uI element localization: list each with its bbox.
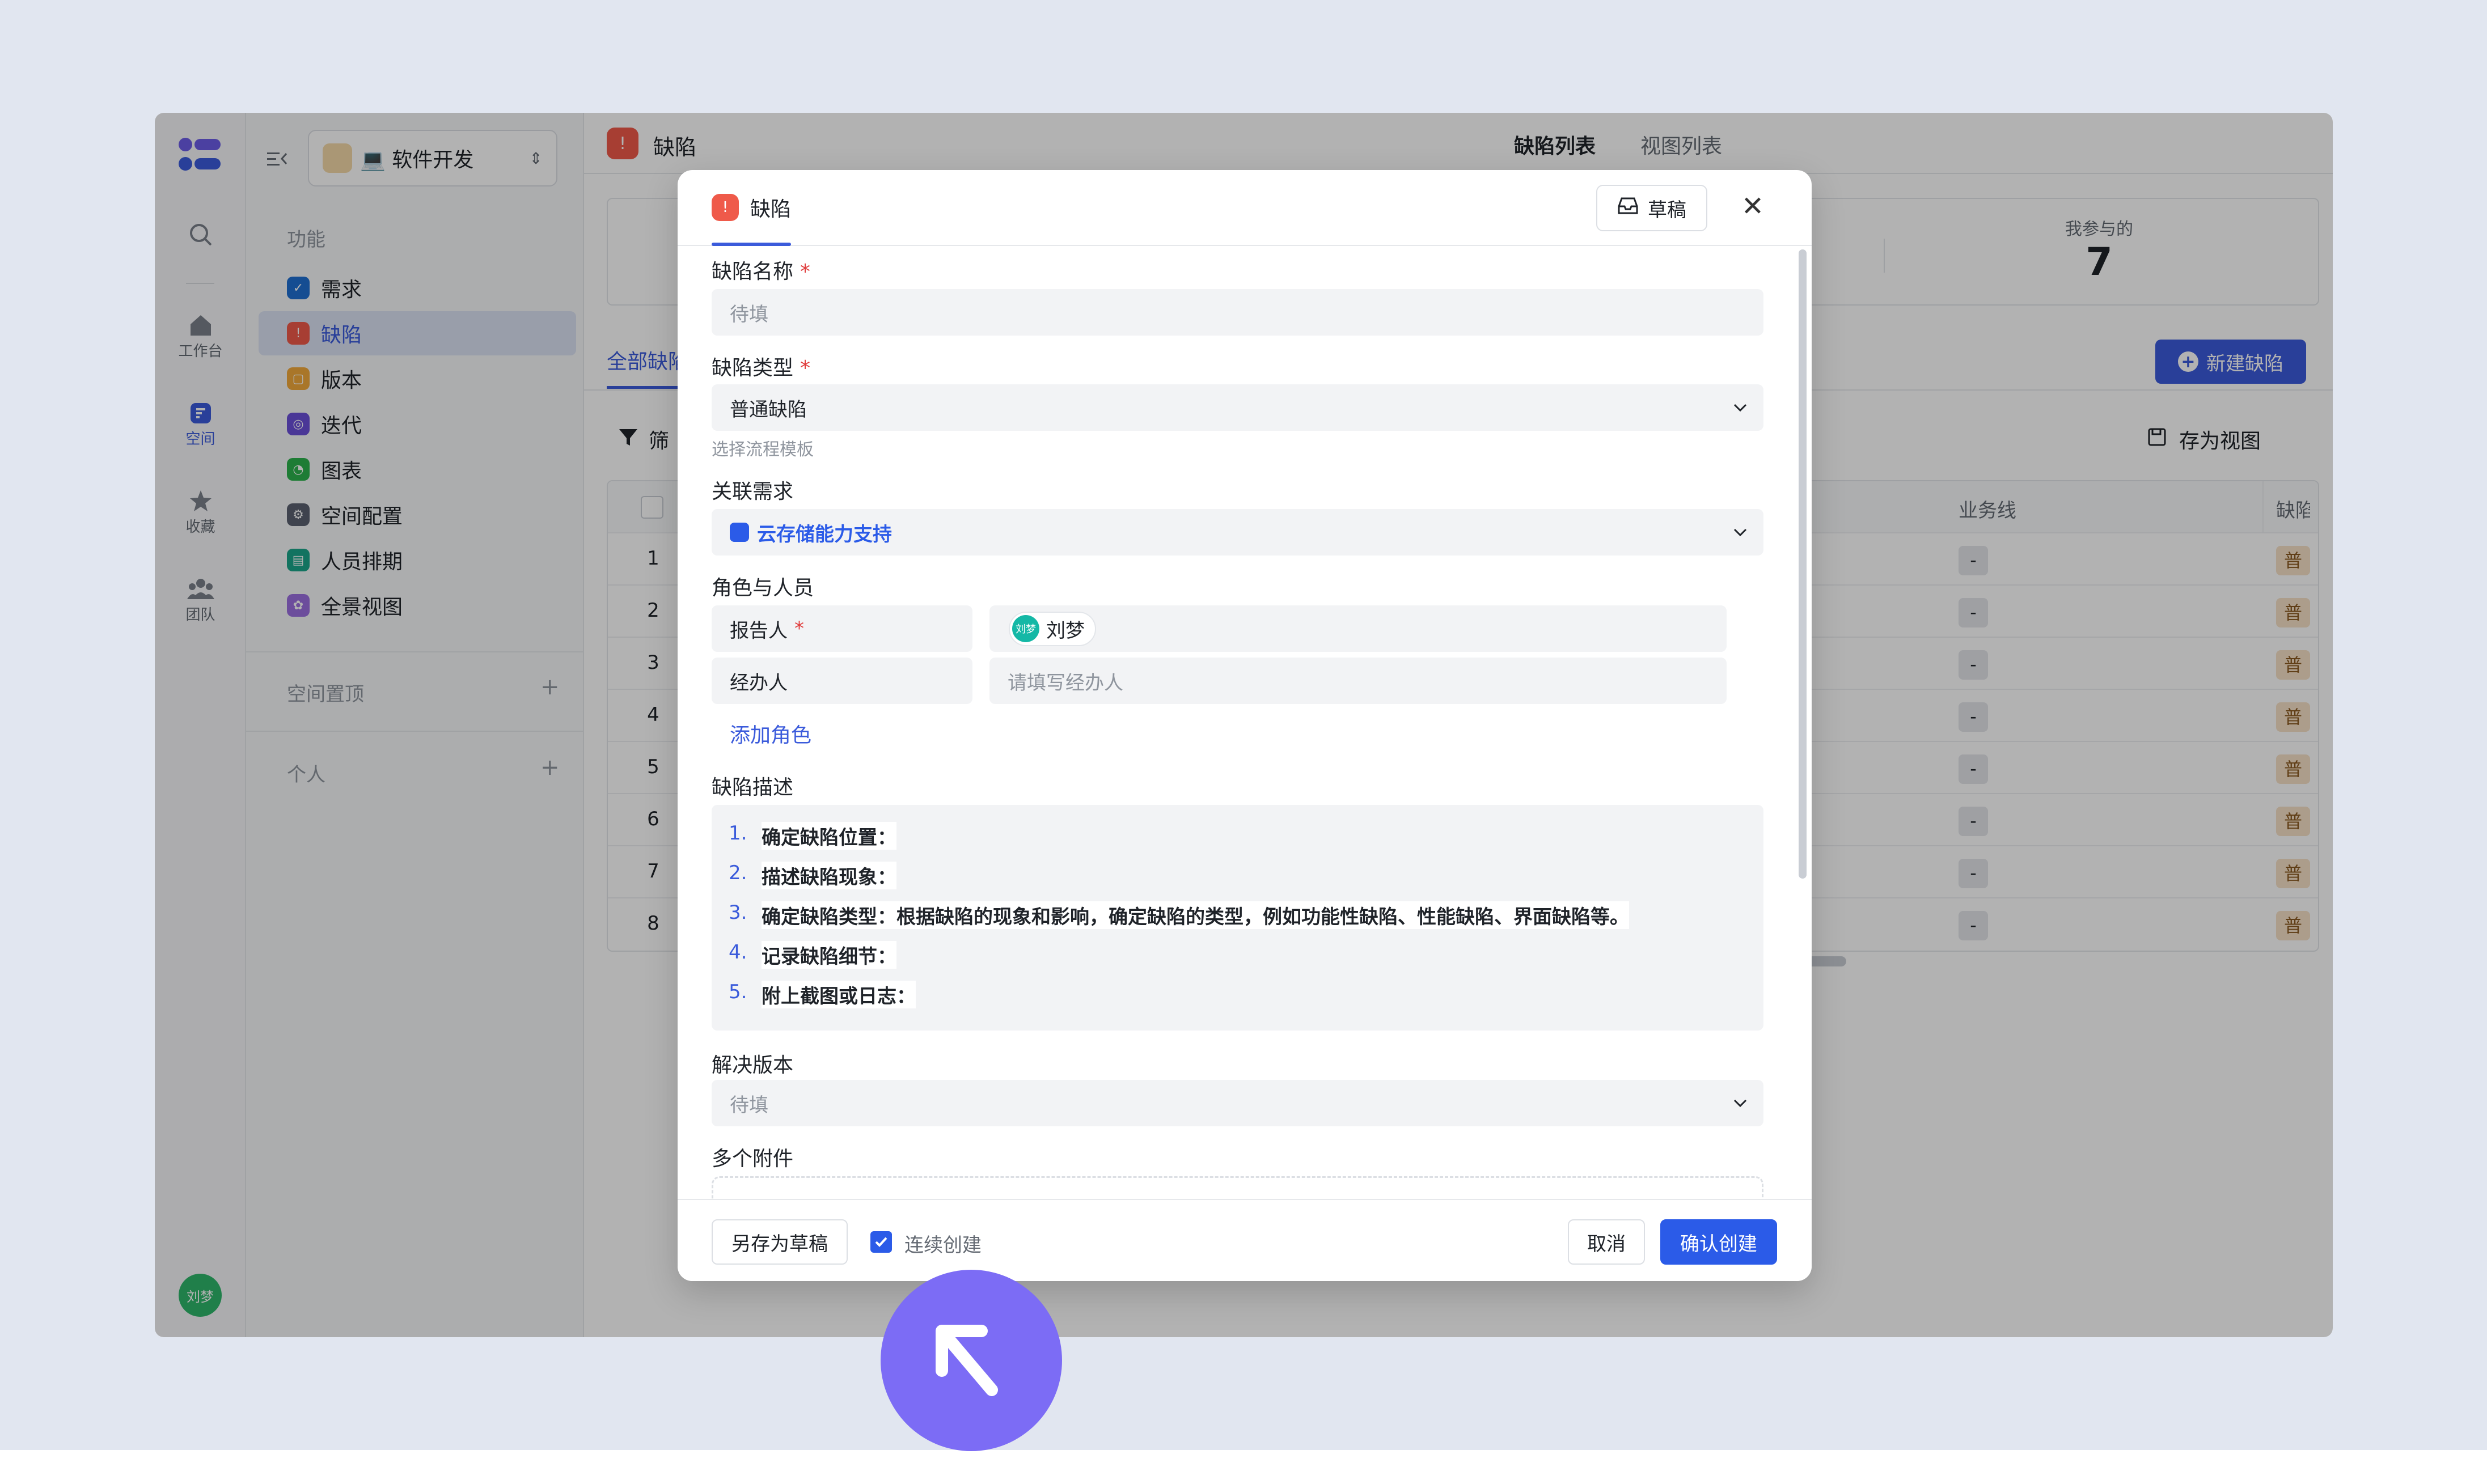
- defect-icon: !: [712, 194, 739, 221]
- close-icon[interactable]: ✕: [1737, 190, 1769, 222]
- dialog-title-text: 缺陷: [750, 198, 792, 221]
- list-number: 4.: [729, 941, 747, 964]
- list-text: 记录缺陷细节：: [762, 941, 896, 969]
- required-marker: *: [794, 617, 804, 640]
- list-text: 确定缺陷类型：根据缺陷的现象和影响，确定缺陷的类型，例如功能性缺陷、性能缺陷、界…: [762, 901, 1629, 929]
- arrow-cursor-icon: [936, 1325, 998, 1396]
- reporter-name: 刘梦: [1046, 619, 1085, 642]
- resolve-version-label: 解决版本: [712, 1054, 794, 1077]
- required-marker: *: [800, 357, 811, 380]
- role-label-text: 报告人: [730, 619, 788, 642]
- attachments-label: 多个附件: [712, 1147, 794, 1171]
- list-number: 3.: [729, 901, 747, 924]
- requirement-icon: [730, 523, 749, 542]
- dialog-title-underline: [712, 243, 791, 246]
- roles-label: 角色与人员: [712, 576, 814, 600]
- template-hint: 选择流程模板: [712, 440, 814, 460]
- resolve-version-select[interactable]: 待填: [712, 1080, 1763, 1126]
- list-item: 1. 确定缺陷位置：: [729, 822, 896, 850]
- list-item: 3. 确定缺陷类型：根据缺陷的现象和影响，确定缺陷的类型，例如功能性缺陷、性能缺陷…: [729, 901, 1629, 929]
- confirm-create-button[interactable]: 确认创建: [1660, 1219, 1777, 1265]
- description-label: 缺陷描述: [712, 776, 794, 799]
- label-text: 缺陷名称: [712, 260, 794, 283]
- create-defect-dialog: ! 缺陷 草稿 ✕ 缺陷名称 * 待填 缺陷类型 * 普通缺陷 选择流程模板 关联需…: [678, 170, 1812, 1281]
- list-item: 2. 描述缺陷现象：: [729, 862, 896, 889]
- related-requirement-label: 关联需求: [712, 480, 794, 503]
- cursor-indicator: [881, 1270, 1062, 1451]
- defect-type-label: 缺陷类型 *: [712, 351, 810, 381]
- save-as-draft-button[interactable]: 另存为草稿: [712, 1219, 848, 1265]
- select-value: 普通缺陷: [730, 398, 807, 421]
- drafts-label: 草稿: [1648, 198, 1686, 222]
- chevron-down-icon: [1733, 1099, 1747, 1108]
- add-role-link[interactable]: 添加角色: [730, 719, 811, 748]
- related-requirement-value: 云存储能力支持: [757, 523, 892, 546]
- list-number: 2.: [729, 862, 747, 884]
- related-requirement-select[interactable]: 云存储能力支持: [712, 509, 1763, 556]
- placeholder-text: 请填写经办人: [1008, 671, 1123, 694]
- assignee-input[interactable]: 请填写经办人: [989, 658, 1727, 704]
- required-marker: *: [800, 260, 811, 283]
- role-label-text: 经办人: [730, 671, 788, 694]
- dialog-title: ! 缺陷: [712, 193, 791, 222]
- defect-name-input[interactable]: 待填: [712, 289, 1763, 336]
- chevron-down-icon: [1733, 528, 1747, 537]
- inbox-icon: [1617, 196, 1639, 221]
- assignee-role-label: 经办人: [712, 658, 972, 704]
- continuous-create-checkbox[interactable]: [870, 1231, 892, 1253]
- list-text: 附上截图或日志：: [762, 981, 916, 1008]
- dialog-header: ! 缺陷 草稿 ✕: [678, 170, 1812, 246]
- list-number: 1.: [729, 822, 747, 845]
- placeholder-text: 待填: [730, 303, 768, 326]
- reporter-role-label: 报告人 *: [712, 605, 972, 652]
- defect-name-label: 缺陷名称 *: [712, 255, 810, 285]
- chevron-down-icon: [1733, 404, 1747, 412]
- reporter-chip[interactable]: 刘梦 刘梦: [1009, 611, 1096, 646]
- continuous-create-label[interactable]: 连续创建: [904, 1229, 982, 1257]
- placeholder-text: 待填: [730, 1093, 768, 1117]
- cancel-button[interactable]: 取消: [1568, 1219, 1645, 1265]
- avatar: 刘梦: [1012, 615, 1039, 642]
- list-item: 5. 附上截图或日志：: [729, 981, 916, 1008]
- reporter-field[interactable]: 刘梦 刘梦: [989, 605, 1727, 652]
- list-text: 确定缺陷位置：: [762, 822, 896, 850]
- list-number: 5.: [729, 981, 747, 1003]
- dialog-footer: 另存为草稿 连续创建 取消 确认创建: [678, 1199, 1812, 1281]
- drafts-button[interactable]: 草稿: [1596, 185, 1707, 231]
- list-item: 4. 记录缺陷细节：: [729, 941, 896, 969]
- list-text: 描述缺陷现象：: [762, 862, 896, 889]
- dialog-scrollbar[interactable]: [1799, 249, 1807, 879]
- label-text: 缺陷类型: [712, 357, 794, 380]
- description-editor[interactable]: 1. 确定缺陷位置： 2. 描述缺陷现象： 3. 确定缺陷类型：根据缺陷的现象和影响，…: [712, 805, 1763, 1031]
- defect-type-select[interactable]: 普通缺陷: [712, 384, 1763, 431]
